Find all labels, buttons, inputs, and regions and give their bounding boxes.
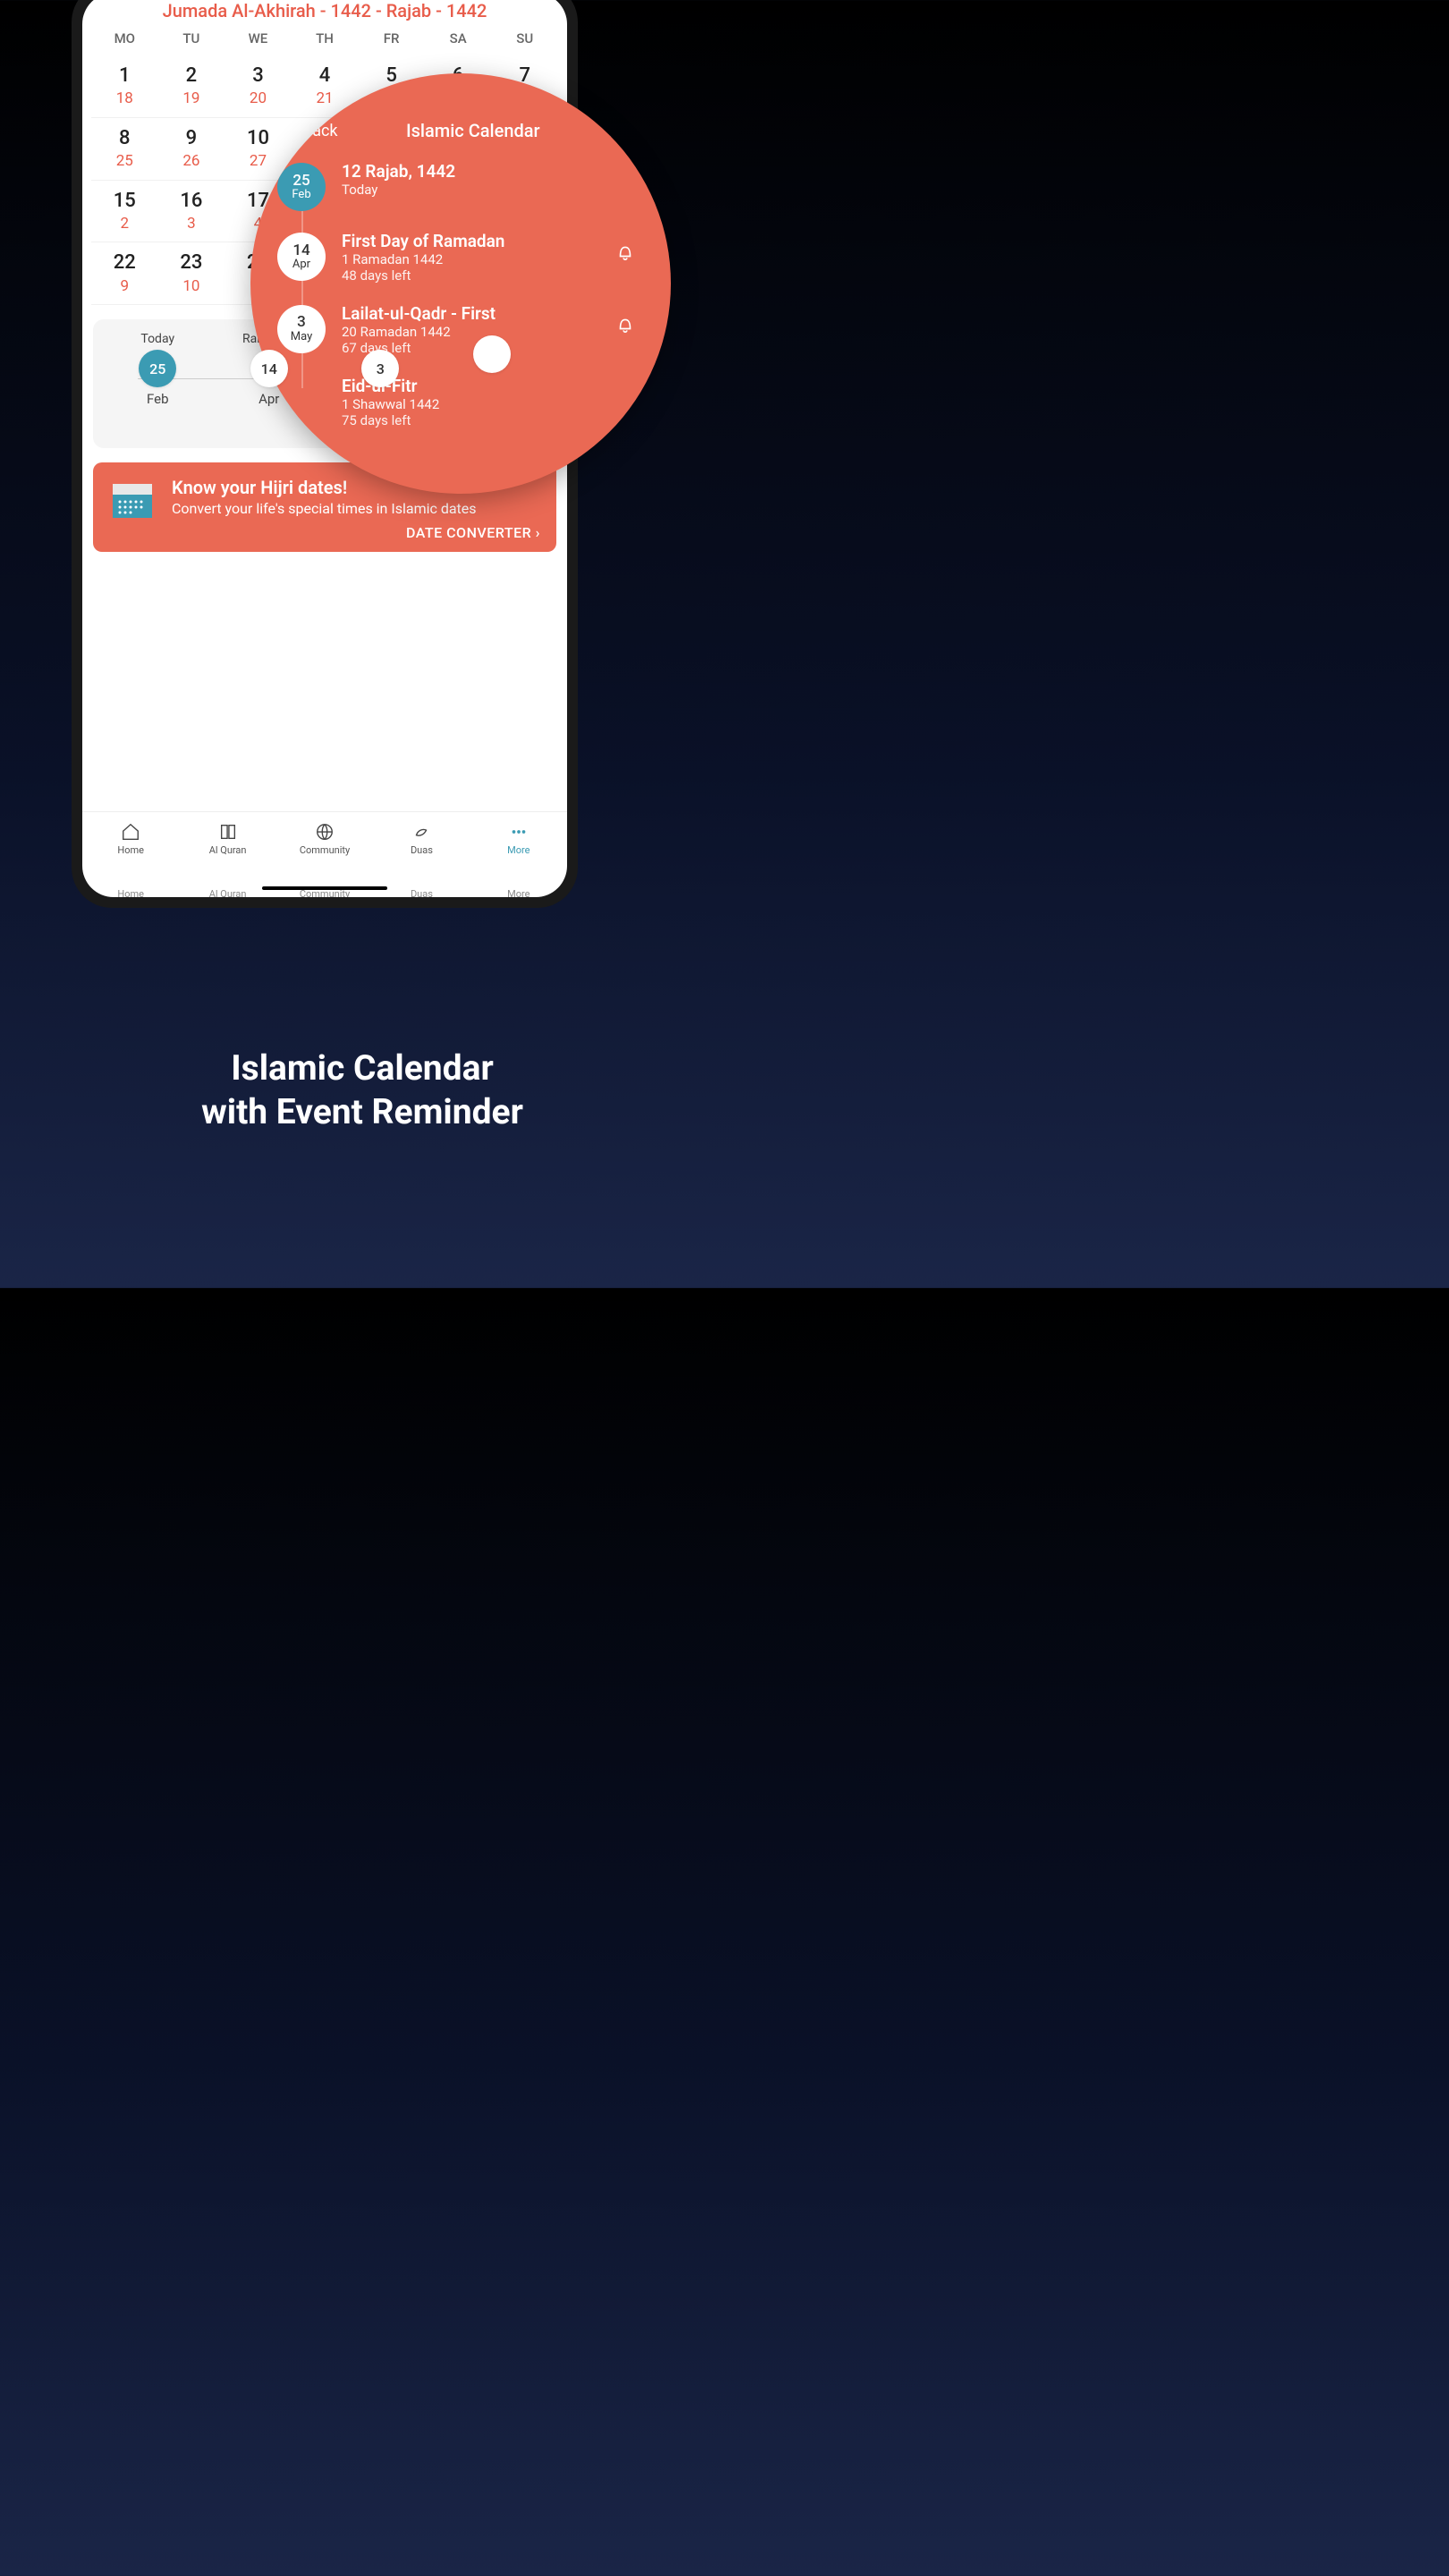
event-date-circle: 14Apr: [277, 233, 326, 281]
calendar-cell[interactable]: 320: [225, 64, 292, 108]
nav-label: Community: [276, 844, 373, 856]
weekday-label: TU: [158, 30, 225, 47]
event-title: Lailat-ul-Qadr - First: [342, 305, 599, 324]
timeline-day-circle: 14: [250, 350, 288, 387]
nav-icon: [82, 821, 179, 843]
nav-label: More: [470, 844, 567, 856]
weekday-label: WE: [225, 30, 292, 47]
gregorian-day: 23: [158, 251, 225, 275]
promo-caption: Islamic Calendar with Event Reminder: [0, 1046, 724, 1134]
export-icon[interactable]: [608, 121, 628, 140]
nav-label-peek: Home: [82, 888, 179, 897]
nav-label-peek: Al Quran: [179, 888, 275, 897]
calendar-cell[interactable]: 118: [91, 64, 158, 108]
event-content: First Day of Ramadan1 Ramadan 144248 day…: [342, 233, 599, 284]
gregorian-day: 16: [158, 190, 225, 213]
event-subtitle: 1 Shawwal 1442: [342, 396, 635, 412]
nav-home[interactable]: Home: [82, 821, 179, 856]
weekday-label: SU: [491, 30, 558, 47]
nav-icon: [470, 821, 567, 843]
timeline-month: Feb: [102, 391, 214, 407]
calendar-icon: [109, 477, 156, 523]
event-list: 25Feb 12 Rajab, 1442Today 14Apr First Day o…: [250, 156, 671, 443]
bell-icon[interactable]: [615, 242, 635, 261]
hijri-day: 19: [158, 89, 225, 107]
calendar-cell[interactable]: 421: [292, 64, 359, 108]
event-title: First Day of Ramadan: [342, 233, 599, 251]
event-subtitle: Today: [342, 182, 635, 198]
gregorian-day: 3: [225, 64, 292, 88]
weekday-label: TH: [292, 30, 359, 47]
nav-more[interactable]: More: [470, 821, 567, 856]
nav-label-peek: Duas: [373, 888, 470, 897]
nav-icon: [276, 821, 373, 843]
timeline-day-circle: 25: [139, 350, 176, 387]
gregorian-day: 22: [91, 251, 158, 275]
event-date-circle: 25Feb: [277, 163, 326, 211]
event-row[interactable]: 25Feb 12 Rajab, 1442Today: [277, 156, 635, 225]
weekday-label: FR: [358, 30, 425, 47]
event-subtitle: 1 Ramadan 1442: [342, 251, 599, 267]
nav-label: Home: [82, 844, 179, 856]
event-title: 12 Rajab, 1442: [342, 163, 635, 182]
hijri-day: 10: [158, 277, 225, 295]
date-converter-link[interactable]: DATE CONVERTER ›: [172, 524, 540, 541]
event-date-circle: 3May: [277, 305, 326, 353]
nav-duas[interactable]: Duas: [373, 821, 470, 856]
event-content: 12 Rajab, 1442Today: [342, 163, 635, 198]
hijri-day: 20: [225, 89, 292, 107]
nav-al-quran[interactable]: Al Quran: [179, 821, 275, 856]
gregorian-day: 8: [91, 127, 158, 150]
hijri-month-header: Jumada Al-Akhirah - 1442 - Rajab - 1442: [82, 0, 567, 27]
timeline-day-circle: [473, 335, 511, 373]
hijri-day: 25: [91, 152, 158, 170]
calendar-cell[interactable]: 926: [158, 127, 225, 171]
timeline-item[interactable]: Today 25 Feb: [102, 332, 214, 407]
event-row[interactable]: 14Apr First Day of Ramadan1 Ramadan 14424…: [277, 225, 635, 298]
calendar-cell[interactable]: 2310: [158, 251, 225, 295]
duplicate-nav-peek: HomeAl QuranCommunityDuasMore: [82, 885, 567, 897]
nav-icon: [373, 821, 470, 843]
nav-icon: [179, 821, 275, 843]
gregorian-day: 1: [91, 64, 158, 88]
gregorian-day: 9: [158, 127, 225, 150]
hijri-day: 9: [91, 277, 158, 295]
gregorian-day: 10: [225, 127, 292, 150]
weekday-label: MO: [91, 30, 158, 47]
nav-label-peek: Community: [276, 888, 373, 897]
gregorian-day: 15: [91, 190, 158, 213]
event-content: Lailat-ul-Qadr - First20 Ramadan 144267 …: [342, 305, 599, 356]
event-days-left: 75 days left: [342, 412, 635, 428]
gregorian-day: 2: [158, 64, 225, 88]
nav-label: Al Quran: [179, 844, 275, 856]
hijri-day: 26: [158, 152, 225, 170]
calendar-cell[interactable]: 229: [91, 251, 158, 295]
bottom-navigation: HomeAl QuranCommunityDuasMore: [82, 811, 567, 863]
calendar-cell[interactable]: 152: [91, 190, 158, 233]
timeline-label: Today: [102, 332, 214, 346]
weekday-label: SA: [425, 30, 492, 47]
hijri-day: 3: [158, 215, 225, 233]
hijri-day: 18: [91, 89, 158, 107]
gregorian-day: 4: [292, 64, 359, 88]
nav-label-peek: More: [470, 888, 567, 897]
calendar-cell[interactable]: 163: [158, 190, 225, 233]
nav-label: Duas: [373, 844, 470, 856]
weekday-row: MOTUWETHFRSASU: [82, 27, 567, 55]
event-subtitle: 20 Ramadan 1442: [342, 324, 599, 340]
magnifier-overlay: Back Islamic Calendar 25Feb12 Rajab, 144…: [250, 73, 671, 494]
magnifier-title: Islamic Calendar: [406, 120, 540, 141]
bell-icon[interactable]: [615, 314, 635, 334]
event-row[interactable]: Eid-ul-Fitr1 Shawwal 144275 days left: [277, 370, 635, 443]
hijri-day: 2: [91, 215, 158, 233]
calendar-cell[interactable]: 825: [91, 127, 158, 171]
event-row[interactable]: 3May Lailat-ul-Qadr - First20 Ramadan 144…: [277, 298, 635, 370]
event-days-left: 48 days left: [342, 267, 599, 284]
converter-subtitle: Convert your life's special times in Isl…: [172, 500, 540, 519]
calendar-cell[interactable]: 219: [158, 64, 225, 108]
nav-community[interactable]: Community: [276, 821, 373, 856]
